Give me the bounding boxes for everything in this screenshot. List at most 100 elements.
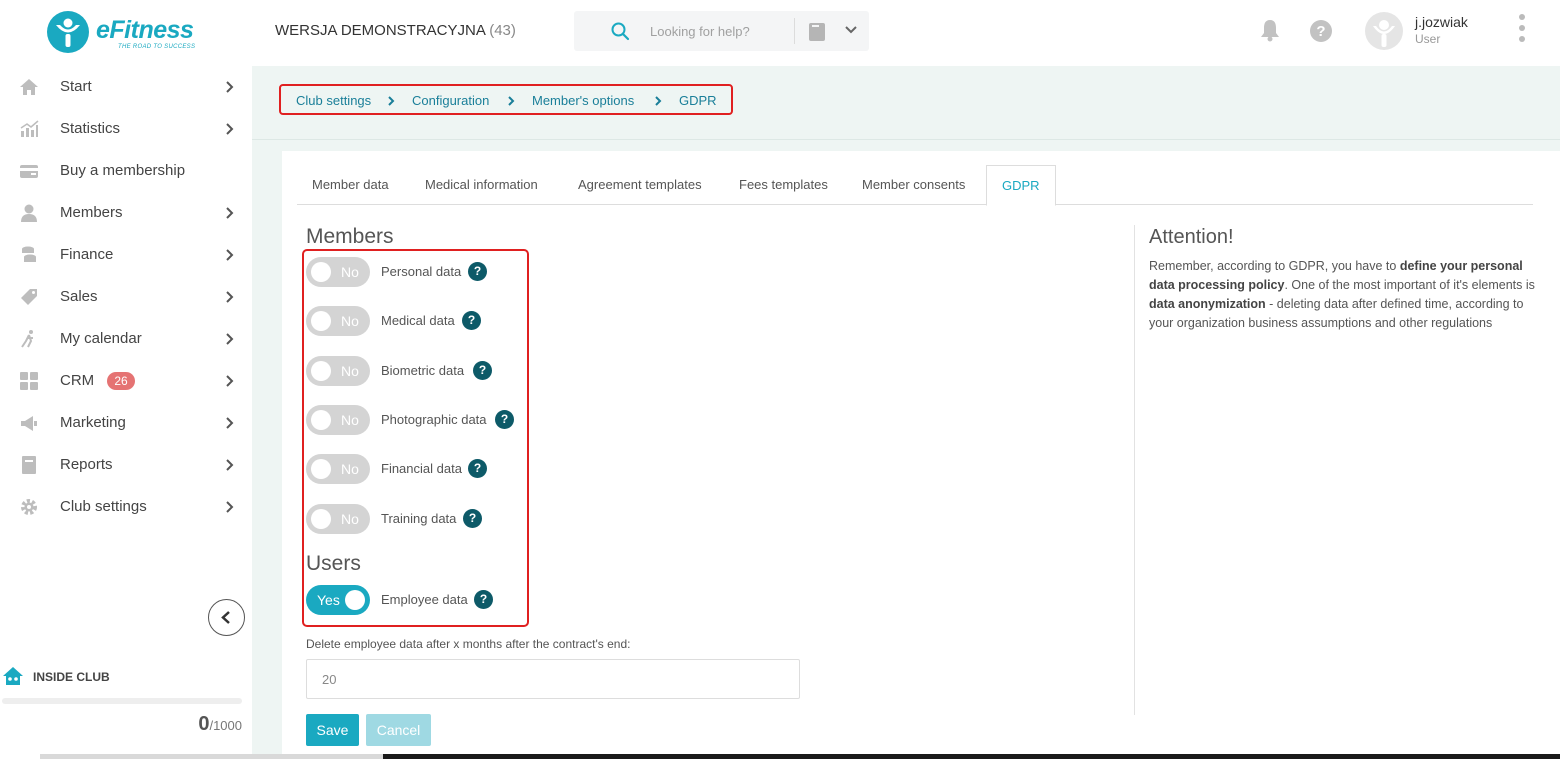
sidebar-item-members[interactable]: Members (0, 192, 252, 234)
sidebar-item-finance[interactable]: Finance (0, 234, 252, 276)
sidebar-item-label: Marketing (60, 414, 126, 431)
chevron-right-icon (226, 81, 234, 93)
financial-data-toggle[interactable]: No (306, 454, 370, 484)
efitness-logo[interactable]: eFitness THE ROAD TO SUCCESS (46, 10, 206, 56)
crm-count-badge: 26 (107, 372, 135, 390)
svg-text:?: ? (1316, 23, 1325, 40)
tab-medical-information[interactable]: Medical information (410, 165, 553, 205)
personal-data-toggle[interactable]: No (306, 257, 370, 287)
sidebar-item-club-settings[interactable]: Club settings (0, 486, 252, 528)
help-icon[interactable]: ? (495, 410, 514, 429)
runner-icon (21, 330, 33, 348)
breadcrumb-configuration[interactable]: Configuration (412, 93, 489, 108)
demo-version-label: WERSJA DEMONSTRACYJNA (43) (275, 22, 516, 39)
chevron-left-icon (221, 611, 230, 624)
help-search-box[interactable]: Looking for help? (574, 11, 869, 51)
demo-count: (43) (489, 22, 516, 39)
house-people-icon (3, 667, 23, 685)
bell-icon[interactable] (1260, 18, 1280, 42)
avatar-placeholder-icon (1373, 20, 1395, 47)
sidebar-item-statistics[interactable]: Statistics (0, 108, 252, 150)
tab-gdpr[interactable]: GDPR (986, 165, 1056, 206)
logo-text: eFitness (96, 16, 194, 44)
chevron-right-icon (226, 501, 234, 513)
sidebar-item-label: Start (60, 78, 92, 95)
card-icon (20, 165, 38, 178)
report-icon (22, 456, 36, 474)
sidebar-item-reports[interactable]: Reports (0, 444, 252, 486)
user-name[interactable]: j.jozwiak (1415, 14, 1468, 30)
breadcrumb-members-options[interactable]: Member's options (532, 93, 634, 108)
tab-member-data[interactable]: Member data (297, 165, 404, 205)
users-section-title: Users (306, 552, 361, 575)
tab-member-consents[interactable]: Member consents (847, 165, 980, 205)
toggle-label: Employee data (381, 592, 468, 607)
breadcrumb-club-settings[interactable]: Club settings (296, 93, 371, 108)
coins-icon (22, 246, 36, 262)
medical-data-toggle[interactable]: No (306, 306, 370, 336)
attention-text: Remember, according to GDPR, you have to… (1149, 259, 1535, 330)
breadcrumb-bar: Club settings Configuration Member's opt… (252, 66, 1560, 140)
main-content: Club settings Configuration Member's opt… (252, 66, 1560, 759)
inside-club-count: 0/1000 (198, 713, 242, 735)
chevron-right-icon (655, 96, 662, 106)
chevron-down-icon[interactable] (844, 23, 858, 37)
chevron-right-icon (226, 417, 234, 429)
search-icon[interactable] (610, 21, 630, 41)
sidebar-item-sales[interactable]: Sales (0, 276, 252, 318)
chart-icon (20, 120, 39, 137)
breadcrumb: Club settings Configuration Member's opt… (279, 84, 733, 115)
help-icon[interactable]: ? (463, 509, 482, 528)
chevron-right-icon (226, 249, 234, 261)
breadcrumb-gdpr[interactable]: GDPR (679, 93, 717, 108)
chevron-right-icon (226, 333, 234, 345)
sidebar-item-my-calendar[interactable]: My calendar (0, 318, 252, 360)
toggle-label: Training data (381, 511, 457, 526)
search-input[interactable]: Looking for help? (650, 24, 750, 39)
help-icon[interactable]: ? (468, 262, 487, 281)
search-divider (794, 18, 795, 44)
help-icon[interactable]: ? (474, 590, 493, 609)
help-icon[interactable]: ? (1309, 19, 1333, 43)
toggle-label: Medical data (381, 313, 455, 328)
sidebar-item-start[interactable]: Start (0, 66, 252, 108)
cancel-button[interactable]: Cancel (366, 714, 431, 746)
sidebar-item-label: Sales (60, 288, 98, 305)
delete-months-input[interactable] (306, 659, 800, 699)
tag-icon (21, 289, 37, 305)
gear-icon (21, 499, 37, 515)
sidebar-item-buy-membership[interactable]: Buy a membership (0, 150, 252, 192)
demo-label: WERSJA DEMONSTRACYJNA (275, 22, 486, 39)
biometric-data-toggle[interactable]: No (306, 356, 370, 386)
gdpr-panel: Member data Medical information Agreemen… (282, 151, 1560, 759)
book-icon[interactable] (808, 22, 826, 42)
sidebar-item-label: Buy a membership (60, 162, 186, 179)
home-icon (20, 79, 38, 95)
tab-fees-templates[interactable]: Fees templates (724, 165, 843, 205)
chevron-right-icon (226, 123, 234, 135)
employee-data-toggle[interactable]: Yes (306, 585, 370, 615)
toggle-label: Financial data (381, 461, 462, 476)
training-data-toggle[interactable]: No (306, 504, 370, 534)
sidebar-item-label: Statistics (60, 120, 121, 137)
person-icon (21, 204, 37, 222)
chevron-right-icon (508, 96, 515, 106)
help-icon[interactable]: ? (473, 361, 492, 380)
avatar[interactable] (1365, 12, 1403, 50)
user-role: User (1415, 32, 1441, 46)
more-menu-icon[interactable] (1518, 14, 1526, 48)
toggle-label: Biometric data (381, 363, 465, 378)
sidebar-item-crm[interactable]: CRM 26 (0, 360, 252, 402)
tab-agreement-templates[interactable]: Agreement templates (563, 165, 717, 205)
sidebar-item-label: Club settings (60, 498, 147, 515)
photographic-data-toggle[interactable]: No (306, 405, 370, 435)
save-button[interactable]: Save (306, 714, 359, 746)
sidebar-item-label: CRM (60, 372, 95, 389)
chevron-right-icon (226, 375, 234, 387)
logo-mark-icon (47, 11, 89, 53)
sidebar-item-label: Reports (60, 456, 113, 473)
sidebar-item-marketing[interactable]: Marketing (0, 402, 252, 444)
help-icon[interactable]: ? (468, 459, 487, 478)
collapse-sidebar-button[interactable] (208, 599, 245, 636)
help-icon[interactable]: ? (462, 311, 481, 330)
